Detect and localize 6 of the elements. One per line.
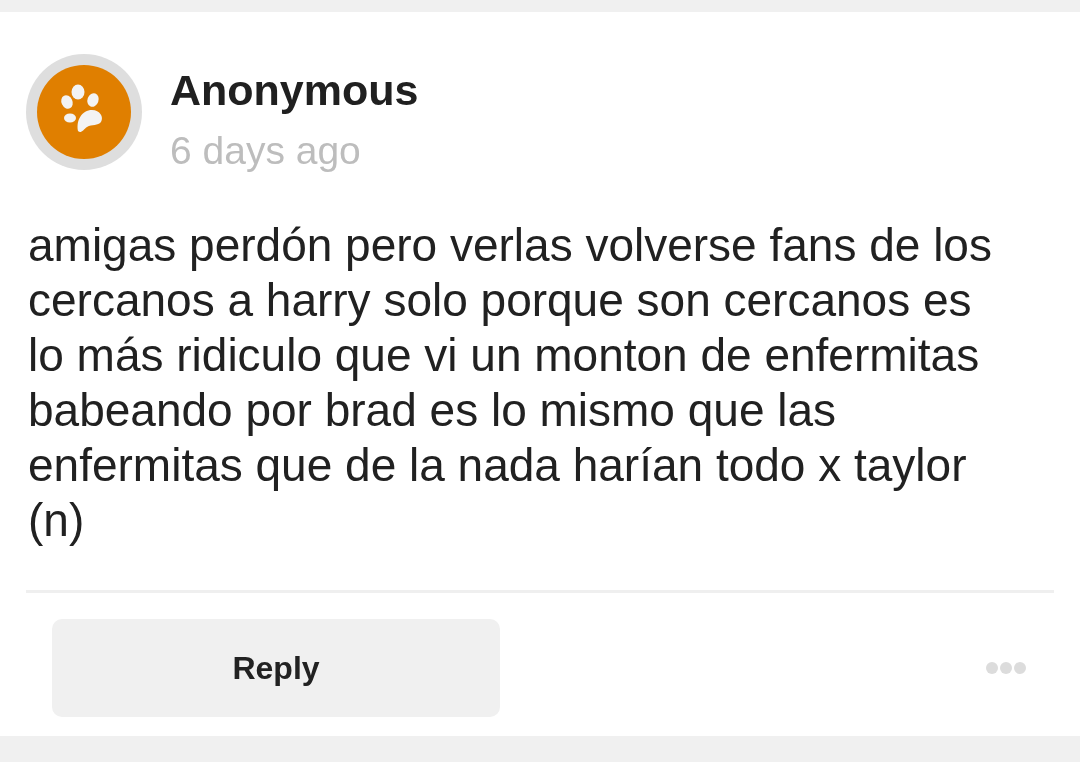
post-time: 6 days ago — [170, 129, 362, 175]
more-options-icon[interactable] — [985, 661, 1027, 676]
author-name: Anonymous — [170, 66, 419, 116]
comment-text: amigas perdón pero verlas volverse fans de los cercanos a harry solo porque son cercanos es lo más ridiculo que vi un monton de enfermitas babeando por brad es lo mismo que las enfermitas que de la nada harían todo x taylor (n) — [28, 218, 993, 549]
reply-button[interactable]: Reply — [52, 619, 500, 718]
paw-avatar-icon — [26, 54, 142, 171]
